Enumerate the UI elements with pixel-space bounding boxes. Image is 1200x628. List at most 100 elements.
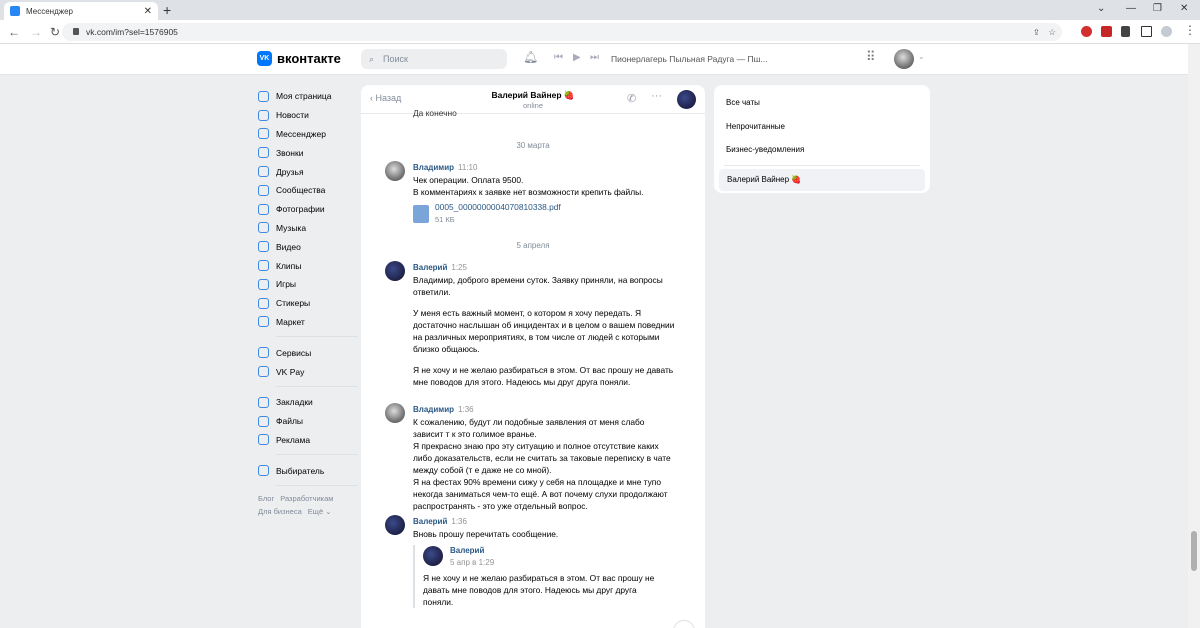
sidebar-item[interactable]: Сообщества [258,181,358,200]
sidebar-item[interactable]: Клипы [258,256,358,275]
sidebar-item[interactable]: Мессенджер [258,125,358,144]
more-icon[interactable]: ··· [651,90,662,102]
vk-logo[interactable]: VK вконтакте [257,51,341,66]
sidebar-item-label: Выбиратель [276,465,325,476]
sidebar-item[interactable]: Игры [258,275,358,294]
url-input[interactable]: vk.com/im?sel=1576905 ⇪ ☆ [62,23,1062,41]
sidebar-item[interactable]: Закладки [258,393,358,412]
sender-name[interactable]: Владимир [413,405,454,414]
menu-icon[interactable]: ⋮ [1184,23,1196,37]
sender-name[interactable]: Владимир [413,163,454,172]
play-icon[interactable]: ▶ [573,52,581,63]
forwarded-sender[interactable]: Валерий [450,545,675,557]
star-icon[interactable]: ☆ [1048,23,1056,41]
sidebar-item[interactable]: Друзья [258,162,358,181]
scrollbar-thumb[interactable] [1191,531,1197,571]
avatar[interactable] [423,546,443,566]
sidebar-item-icon [258,128,269,140]
pdf-extension-icon[interactable] [1101,26,1112,37]
search-placeholder: Поиск [383,54,408,64]
sidebar-item-icon [258,222,269,234]
avatar[interactable] [385,515,405,535]
browser-tab[interactable]: Мессенджер ✕ [4,2,158,20]
filter-business[interactable]: Бизнес-уведомления [714,138,930,162]
close-tab-icon[interactable]: ✕ [144,6,152,17]
sidebar-item-label: Новости [276,110,309,121]
sidebar-item-icon [258,147,269,159]
sidebar-item[interactable]: Новости [258,106,358,125]
active-chat-item[interactable]: Валерий Вайнер 🍓 [719,168,925,191]
bell-icon[interactable]: 🔔︎ [523,50,538,64]
message-time[interactable]: 1:25 [451,263,467,272]
sidebar-item-label: Маркет [276,316,305,327]
file-name[interactable]: 0005_0000000004070810338.pdf [435,201,561,213]
sidebar-item-label: Игры [276,279,297,290]
sidebar-item-label: Клипы [276,260,302,271]
side-panel-icon[interactable] [1141,26,1152,37]
new-tab-button[interactable]: + [163,2,171,18]
avatar[interactable] [385,161,405,181]
profile-icon[interactable] [1161,26,1172,37]
footer-link-blog[interactable]: Блог [258,494,274,503]
chat-avatar[interactable] [677,90,696,109]
sidebar-item[interactable]: Звонки [258,143,358,162]
filter-unread[interactable]: Непрочитанные [714,115,930,139]
scroll-down-button[interactable]: ⌄ [673,620,695,628]
forward-icon[interactable]: → [30,25,42,39]
share-icon[interactable]: ⇪ [1033,23,1040,41]
message-time[interactable]: 1:36 [451,517,467,526]
search-input[interactable]: ⌕ Поиск [361,49,507,69]
sidebar-item-label: VK Pay [276,366,305,377]
reload-icon[interactable]: ↻ [50,25,60,39]
file-attachment[interactable]: 0005_0000000004070810338.pdf 51 КБ [413,201,685,226]
filter-all-chats[interactable]: Все чаты [714,91,930,115]
apps-grid-icon[interactable]: ⠿ [866,49,876,65]
chevron-down-icon[interactable]: ⌄ [918,52,925,61]
prev-track-icon[interactable]: ⏮︎ [554,52,563,63]
sidebar-item-icon [258,396,269,408]
sidebar-item[interactable]: Сервисы [258,343,358,362]
url-text: vk.com/im?sel=1576905 [86,27,178,37]
sidebar-item-label: Реклама [276,434,311,445]
minimize-button[interactable]: — [1126,3,1136,14]
sidebar-item-icon [258,109,269,121]
now-playing-track[interactable]: Пионерлагерь Пыльная Радуга — Пш... [611,54,767,64]
message-time[interactable]: 11:10 [458,163,477,172]
close-window-button[interactable]: ✕ [1180,3,1188,14]
file-size: 51 КБ [435,215,455,224]
user-avatar[interactable] [894,49,914,69]
sidebar-footer: Блог Разработчикам Для бизнеса Ещё ⌄ [258,492,358,518]
tab-search-icon[interactable]: ⌄ [1097,3,1105,14]
footer-link-business[interactable]: Для бизнеса [258,507,302,516]
footer-more-button[interactable]: Ещё ⌄ [308,507,332,516]
restore-button[interactable]: ❐ [1153,3,1162,14]
sidebar-item-icon [258,434,269,446]
avatar[interactable] [385,261,405,281]
sidebar-item[interactable]: Фотографии [258,200,358,219]
message-time[interactable]: 1:36 [458,405,474,414]
sidebar-item[interactable]: Стикеры [258,294,358,313]
browser-tab-bar: Мессенджер ✕ + ⌄ — ❐ ✕ [0,0,1200,20]
footer-link-developers[interactable]: Разработчикам [280,494,333,503]
tab-title: Мессенджер [26,6,73,16]
extensions-icon[interactable] [1121,26,1130,37]
message-text: Я не хочу и не желаю разбираться в этом.… [413,365,674,387]
sidebar-item[interactable]: Файлы [258,412,358,431]
vk-messenger-favicon-icon [10,6,20,16]
avatar[interactable] [385,403,405,423]
sidebar-item[interactable]: Маркет [258,313,358,332]
sidebar-item[interactable]: Моя страница [258,87,358,106]
phone-icon[interactable]: ✆ [627,92,636,105]
sidebar-item[interactable]: Музыка [258,219,358,238]
next-track-icon[interactable]: ⏭︎ [590,52,599,63]
sender-name[interactable]: Валерий [413,517,447,526]
sidebar-item[interactable]: Реклама [258,431,358,450]
sidebar-item[interactable]: Видео [258,237,358,256]
page-scrollbar[interactable] [1188,44,1200,628]
forwarded-time[interactable]: 5 апр в 1:29 [450,557,675,569]
sender-name[interactable]: Валерий [413,263,447,272]
sidebar-item[interactable]: VK Pay [258,362,358,381]
adblock-icon[interactable] [1081,26,1092,37]
sidebar-item[interactable]: Выбиратель [258,461,358,480]
back-icon[interactable]: ← [8,25,20,39]
